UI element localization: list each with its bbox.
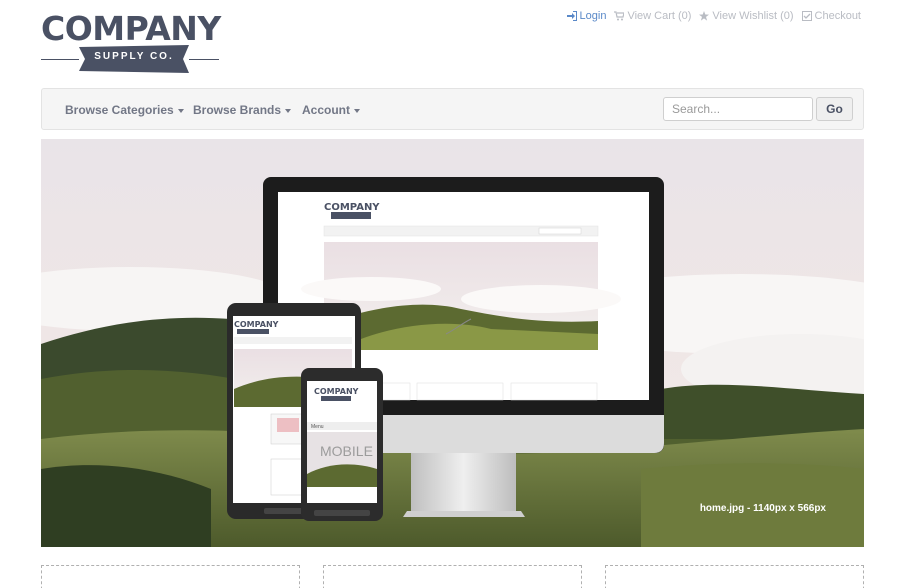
view-wishlist-label: View Wishlist (0)	[712, 10, 794, 22]
page: COMPANY SUPPLY CO. Login View Cart (0) V…	[0, 0, 910, 588]
checkout-icon	[801, 11, 812, 21]
nav-browse-brands-label: Browse Brands	[193, 103, 282, 117]
hero-image: COMPANY COMPANY COMPANY Menu MOBILE	[41, 139, 864, 547]
nav-browse-brands[interactable]: Browse Brands	[193, 103, 292, 117]
star-icon	[699, 11, 710, 21]
view-cart-link[interactable]: View Cart (0)	[614, 10, 691, 22]
nav-browse-categories-label: Browse Categories	[65, 103, 174, 117]
mini-menu-label: Menu	[311, 424, 324, 430]
hero-caption: home.jpg - 1140px x 566px	[699, 503, 826, 514]
checkout-link[interactable]: Checkout	[801, 10, 861, 22]
logo-left-rule	[41, 59, 79, 60]
nav-account[interactable]: Account	[302, 103, 360, 117]
login-label: Login	[579, 10, 607, 22]
nav-browse-categories[interactable]: Browse Categories	[65, 103, 184, 117]
logo-right-rule	[189, 59, 219, 60]
view-wishlist-link[interactable]: View Wishlist (0)	[699, 10, 794, 22]
logo-wordmark: COMPANY	[41, 9, 221, 48]
content-placeholder-2	[323, 565, 582, 588]
main-navbar: Browse Categories Browse Brands Account …	[41, 88, 864, 130]
svg-text:COMPANY: COMPANY	[314, 387, 359, 396]
login-link[interactable]: Login	[566, 10, 607, 22]
chevron-down-icon	[285, 108, 292, 113]
content-placeholder-3	[605, 565, 864, 588]
content-placeholder-1	[41, 565, 300, 588]
mini-logo: COMPANY	[324, 202, 380, 213]
nav-account-label: Account	[302, 103, 350, 117]
svg-text:COMPANY: COMPANY	[234, 320, 279, 329]
top-links: Login View Cart (0) View Wishlist (0) Ch…	[566, 10, 861, 22]
search-input[interactable]	[663, 97, 813, 121]
checkout-label: Checkout	[814, 10, 861, 22]
company-logo[interactable]: COMPANY SUPPLY CO.	[41, 12, 221, 76]
cart-icon	[614, 11, 625, 21]
view-cart-label: View Cart (0)	[627, 10, 692, 22]
search-go-button[interactable]: Go	[816, 97, 853, 121]
chevron-down-icon	[177, 108, 184, 113]
logo-tagline: SUPPLY CO.	[94, 51, 174, 62]
hero-banner[interactable]: COMPANY COMPANY COMPANY Menu MOBILE home…	[41, 139, 864, 547]
mini-mobile-label: MOBILE	[320, 443, 373, 459]
chevron-down-icon	[354, 108, 360, 113]
login-icon	[566, 11, 577, 21]
